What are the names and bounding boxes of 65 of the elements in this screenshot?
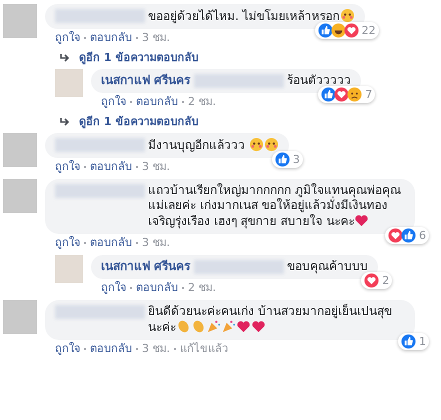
action-text: 2 ชม. <box>188 95 216 109</box>
separator-dot <box>84 37 86 39</box>
face-emoji-icon <box>340 8 355 23</box>
view-replies-link[interactable]: ดูอีก 1 ข้อความตอบกลับ <box>79 114 198 130</box>
avatar[interactable] <box>55 255 83 283</box>
thumbs-up-icon <box>318 23 333 38</box>
action-link[interactable]: ถูกใจ <box>55 342 80 356</box>
action-text: 3 ชม. <box>142 31 170 45</box>
separator-dot <box>84 242 86 244</box>
separator-dot <box>136 166 138 168</box>
thumbs-up-icon <box>401 228 416 243</box>
action-link[interactable]: ตอบกลับ <box>90 31 132 45</box>
avatar[interactable] <box>3 179 37 213</box>
thumbs-up-icon <box>274 152 290 167</box>
action-text: 3 ชม. <box>142 342 170 356</box>
avatar[interactable] <box>3 4 37 38</box>
action-link[interactable]: ถูกใจ <box>101 281 126 295</box>
author-name[interactable]: เนสกาแฟ ศรีนคร <box>101 73 190 87</box>
action-link[interactable]: ตอบกลับ <box>136 95 178 109</box>
separator-dot <box>130 101 132 103</box>
author-name[interactable]: เนสกาแฟ ศรีนคร <box>101 259 190 273</box>
comment-text: ขออยู่ด้วยได้ไหม. ไม่ขโมยเหล้าหรอก <box>148 8 355 24</box>
separator-dot <box>136 348 138 350</box>
laughing-face-icon <box>330 23 346 38</box>
action-link[interactable]: ถูกใจ <box>55 236 80 250</box>
action-link[interactable]: ถูกใจ <box>55 160 80 174</box>
party-popper-icon <box>206 319 221 334</box>
action-link[interactable]: ตอบกลับ <box>90 342 132 356</box>
avatar[interactable] <box>3 133 37 167</box>
separator-dot <box>182 101 184 103</box>
reply-arrow-icon <box>59 117 71 127</box>
action-link[interactable]: ถูกใจ <box>101 95 126 109</box>
comment-text: ร้อนตัววววว <box>287 73 352 87</box>
action-link[interactable]: ตอบกลับ <box>90 160 132 174</box>
avatar[interactable] <box>55 69 83 97</box>
action-link[interactable]: ตอบกลับ <box>90 236 132 250</box>
action-link[interactable]: ตอบกลับ <box>136 281 178 295</box>
comment-text: แถวบ้านเรียกใหญ่มากกกกก ภูมิใจแทนคุณพ่อคุณแม่เลยค่ะ เก่งมากเนส ขอให้อยู่แล้วมั่งมีเงินทอง เจริญรุ่งเรือง เฮงๆ สุขกาย สบายใจ นะคะ <box>148 183 402 229</box>
face-emoji-icon <box>264 137 279 152</box>
thumbs-up-icon <box>321 87 336 102</box>
separator-dot <box>174 348 176 350</box>
comment-text: ยินดีด้วยนะค่ะคนเก่ง บ้านสวยมากอยู่เย็นเปนสุขนะค่ะ <box>148 304 393 335</box>
separator-dot <box>84 166 86 168</box>
comment-text: ขอบคุณค้าบบบ <box>287 259 368 273</box>
party-popper-icon <box>221 319 236 334</box>
comment-text: มีงานบุญอีกแล้ววว <box>148 137 279 153</box>
heart-icon <box>251 319 266 334</box>
separator-dot <box>182 287 184 289</box>
action-text: แก้ไขแล้ว <box>180 342 228 356</box>
avatar[interactable] <box>3 300 37 334</box>
separator-dot <box>84 348 86 350</box>
thumbs-up-icon <box>401 334 416 349</box>
action-text: 2 ชม. <box>188 281 216 295</box>
action-text: 3 ชม. <box>142 236 170 250</box>
heart-icon <box>354 213 370 228</box>
action-link[interactable]: ถูกใจ <box>55 31 80 45</box>
face-emoji-icon <box>248 137 264 152</box>
separator-dot <box>136 242 138 244</box>
heart-icon <box>236 319 251 334</box>
reply-arrow-icon <box>59 53 71 63</box>
view-replies-link[interactable]: ดูอีก 1 ข้อความตอบกลับ <box>79 50 198 66</box>
action-text: 3 ชม. <box>142 160 170 174</box>
separator-dot <box>136 37 138 39</box>
separator-dot <box>130 287 132 289</box>
sad-face-icon <box>347 87 362 102</box>
